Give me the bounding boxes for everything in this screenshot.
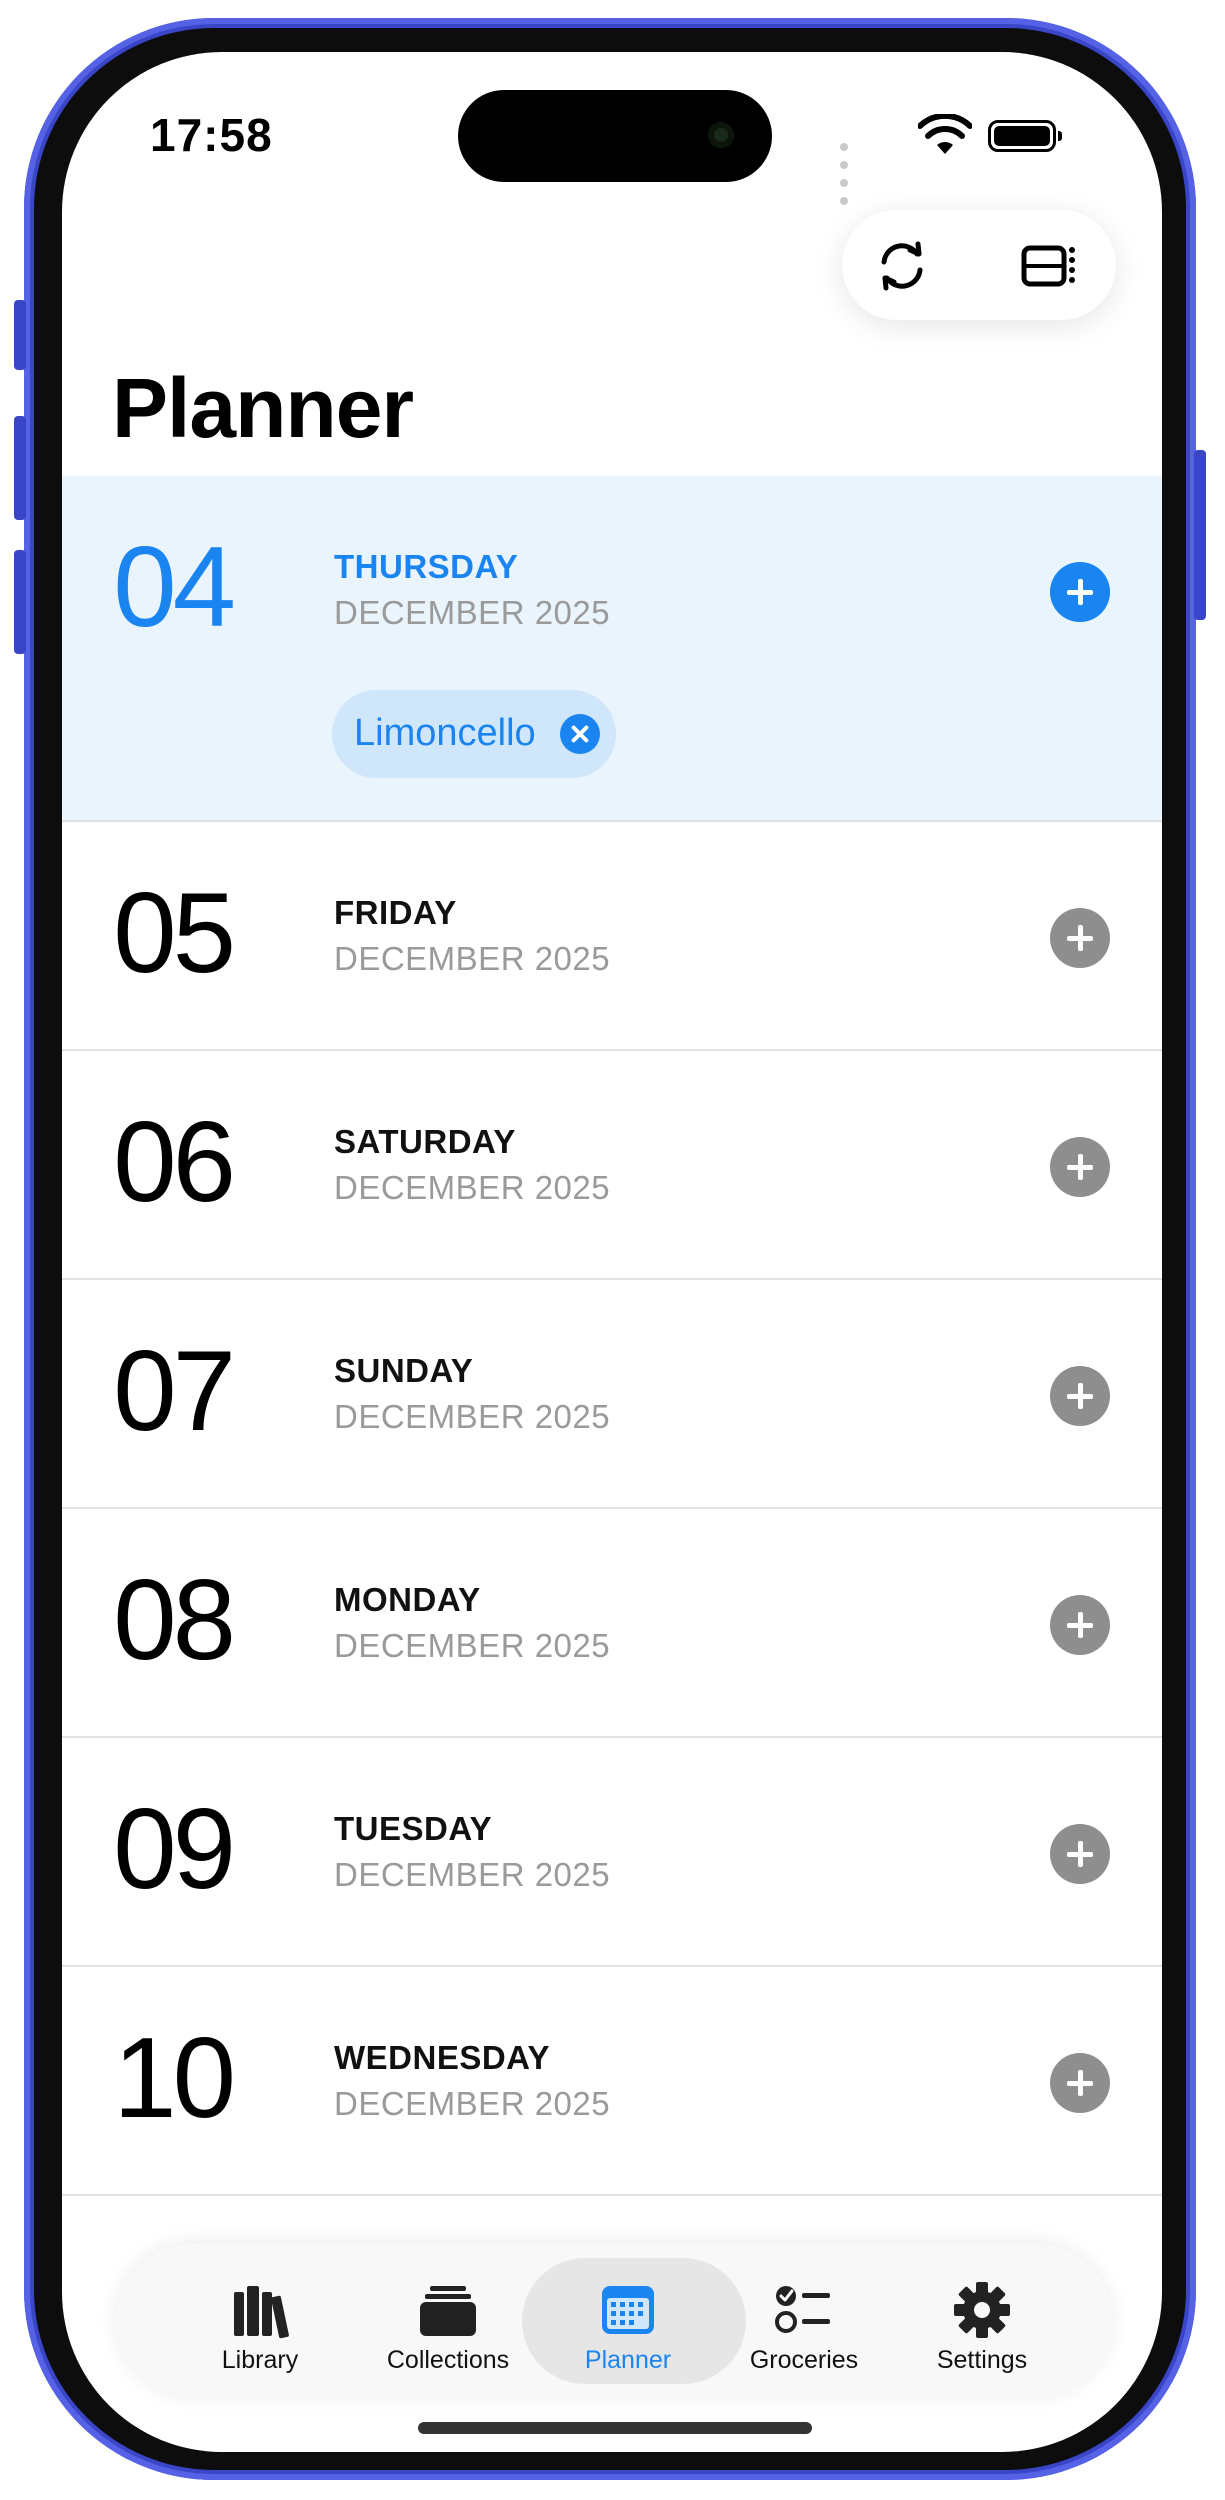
tab-planner[interactable]: Planner — [522, 2244, 746, 2398]
day-weekday: THURSDAY — [334, 548, 519, 585]
day-weekday: FRIDAY — [334, 894, 457, 931]
day-weekday: WEDNESDAY — [334, 2039, 550, 2076]
day-row[interactable]: 06 SATURDAY DECEMBER 2025 — [62, 1051, 1162, 1280]
volume-up-button — [14, 416, 26, 520]
tab-label: Planner — [584, 2346, 672, 2374]
add-meal-button[interactable] — [1050, 1366, 1110, 1426]
day-row[interactable]: 09 TUESDAY DECEMBER 2025 — [62, 1738, 1162, 1967]
home-indicator — [418, 2422, 812, 2434]
tab-collections[interactable]: Collections — [358, 2244, 538, 2398]
action-button — [14, 300, 26, 370]
day-number: 06 — [113, 1099, 236, 1226]
day-weekday: MONDAY — [334, 1581, 481, 1618]
tab-label: Library — [221, 2346, 299, 2374]
day-weekday: SATURDAY — [334, 1123, 516, 1160]
tab-label: Groceries — [749, 2346, 859, 2374]
day-weekday: TUESDAY — [334, 1810, 493, 1847]
sync-icon[interactable] — [872, 236, 932, 296]
day-month: DECEMBER 2025 — [334, 1398, 611, 1435]
add-meal-button[interactable] — [1050, 908, 1110, 968]
day-number: 10 — [113, 2015, 236, 2142]
day-number: 04 — [113, 524, 236, 651]
tab-bar: Library Collections Planner Groceries Se… — [116, 2244, 1112, 2398]
day-number: 05 — [113, 870, 236, 997]
battery-icon — [988, 120, 1062, 152]
volume-down-button — [14, 550, 26, 654]
day-month: DECEMBER 2025 — [334, 1169, 611, 1206]
tab-groceries[interactable]: Groceries — [714, 2244, 894, 2398]
camera-icon — [708, 122, 734, 148]
cellular-signal-icon — [840, 138, 853, 210]
day-row[interactable]: 07 SUNDAY DECEMBER 2025 — [62, 1280, 1162, 1509]
view-layout-icon[interactable] — [1018, 236, 1078, 296]
calendar-icon — [602, 2286, 654, 2334]
add-meal-button[interactable] — [1050, 2053, 1110, 2113]
add-meal-button[interactable] — [1050, 1824, 1110, 1884]
day-row[interactable]: 08 MONDAY DECEMBER 2025 — [62, 1509, 1162, 1738]
meal-chip[interactable]: Limoncello — [332, 690, 616, 778]
day-month: DECEMBER 2025 — [334, 594, 611, 631]
add-meal-button[interactable] — [1050, 562, 1110, 622]
gear-icon — [954, 2282, 1010, 2338]
wifi-icon — [918, 114, 972, 154]
tab-label: Collections — [386, 2346, 510, 2374]
day-month: DECEMBER 2025 — [334, 1627, 611, 1664]
day-month: DECEMBER 2025 — [334, 940, 611, 977]
day-row[interactable]: 05 FRIDAY DECEMBER 2025 — [62, 822, 1162, 1051]
remove-meal-icon[interactable] — [560, 714, 600, 754]
day-list: 04 THURSDAY DECEMBER 2025 Limoncello 05 … — [62, 476, 1162, 2196]
power-button — [1194, 450, 1206, 620]
day-row[interactable]: 10 WEDNESDAY DECEMBER 2025 — [62, 1967, 1162, 2196]
tab-settings[interactable]: Settings — [892, 2244, 1072, 2398]
day-month: DECEMBER 2025 — [334, 1856, 611, 1893]
day-number: 07 — [113, 1328, 236, 1455]
toolbar-actions — [842, 210, 1116, 320]
page-title: Planner — [112, 361, 414, 455]
day-row-today[interactable]: 04 THURSDAY DECEMBER 2025 Limoncello — [62, 476, 1162, 822]
checklist-icon — [775, 2286, 830, 2333]
day-number: 09 — [113, 1786, 236, 1913]
status-time: 17:58 — [150, 109, 273, 161]
meal-chip-label: Limoncello — [354, 712, 536, 754]
tab-label: Settings — [936, 2346, 1028, 2374]
dynamic-island — [458, 90, 772, 182]
day-weekday: SUNDAY — [334, 1352, 474, 1389]
day-number: 08 — [113, 1557, 236, 1684]
add-meal-button[interactable] — [1050, 1137, 1110, 1197]
collections-icon — [420, 2286, 476, 2336]
add-meal-button[interactable] — [1050, 1595, 1110, 1655]
books-icon — [234, 2286, 289, 2339]
tab-library[interactable]: Library — [170, 2244, 350, 2398]
day-month: DECEMBER 2025 — [334, 2085, 611, 2122]
